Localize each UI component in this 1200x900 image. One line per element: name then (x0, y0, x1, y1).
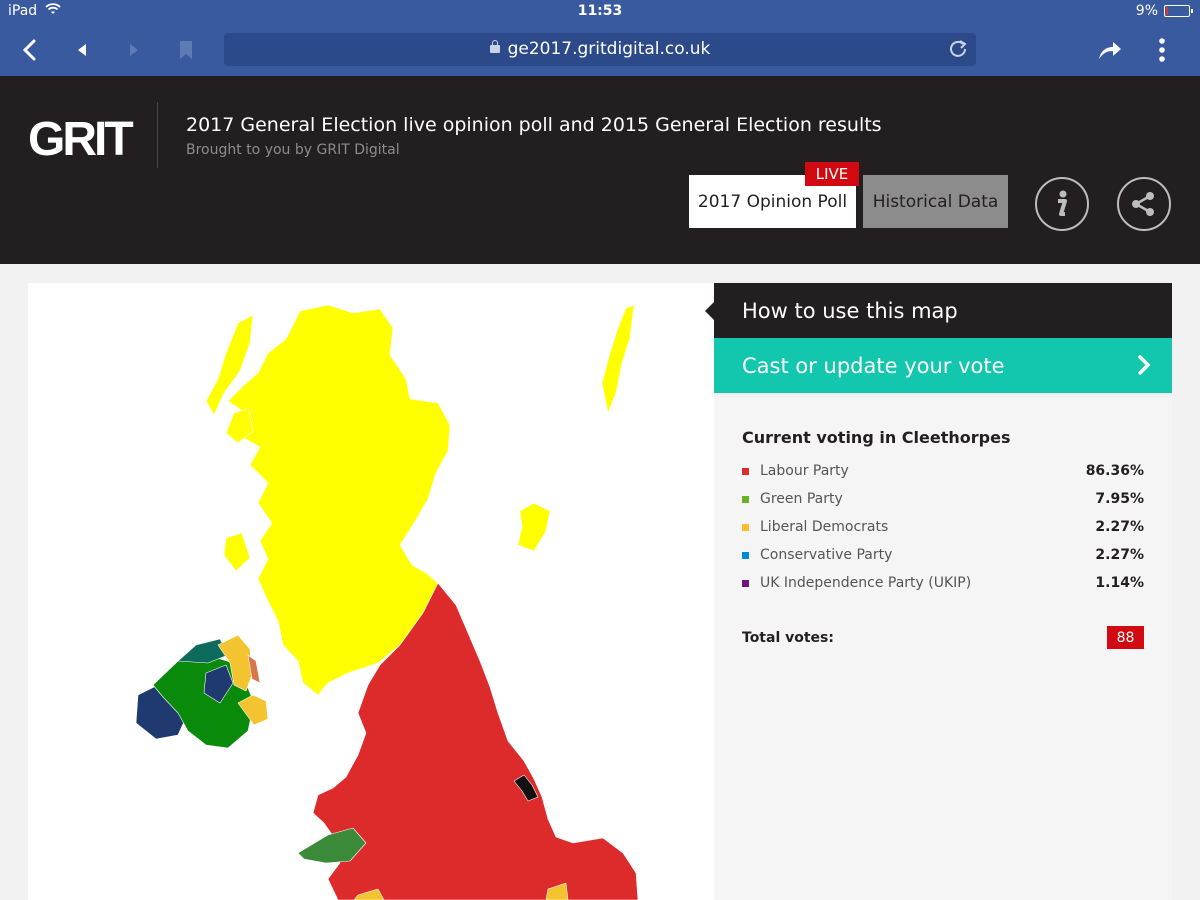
forward-arrow-icon[interactable] (118, 34, 150, 66)
party-row: Conservative Party 2.27% (742, 545, 1144, 565)
live-badge: LIVE (805, 162, 859, 186)
cast-vote-button[interactable]: Cast or update your vote (714, 338, 1172, 393)
info-icon (1058, 190, 1067, 216)
map-region-islay (223, 532, 251, 572)
total-votes-badge: 88 (1107, 626, 1144, 649)
address-bar[interactable]: ge2017.gritdigital.co.uk (224, 33, 976, 66)
party-percentage: 2.27% (1095, 519, 1144, 535)
party-name: Liberal Democrats (760, 519, 889, 535)
voting-results: Current voting in Cleethorpes Labour Par… (714, 397, 1172, 900)
site-header: GRIT 2017 General Election live opinion … (0, 76, 1200, 264)
battery-icon (1164, 5, 1193, 17)
more-menu-icon[interactable] (1146, 34, 1178, 66)
party-color-swatch (742, 523, 749, 531)
how-to-use-label: How to use this map (742, 298, 958, 323)
party-color-swatch (742, 551, 749, 559)
cast-vote-label: Cast or update your vote (742, 353, 1005, 378)
party-row: Liberal Democrats 2.27% (742, 517, 1144, 537)
party-row: Green Party 7.95% (742, 489, 1144, 509)
party-percentage: 2.27% (1095, 547, 1144, 563)
side-panel: How to use this map Cast or update your … (705, 283, 1172, 900)
bookmark-icon[interactable] (170, 34, 202, 66)
party-name: UK Independence Party (UKIP) (760, 575, 972, 591)
total-votes-label: Total votes: (742, 630, 834, 646)
party-percentage: 7.95% (1095, 491, 1144, 507)
page-subtitle: Brought to you by GRIT Digital (186, 142, 400, 158)
back-chevron-icon[interactable] (14, 34, 46, 66)
party-name: Labour Party (760, 463, 849, 479)
party-percentage: 86.36% (1085, 463, 1144, 479)
map-region-orkney (517, 502, 551, 552)
share-arrow-icon[interactable] (1094, 34, 1126, 66)
party-color-swatch (742, 579, 749, 587)
party-row: UK Independence Party (UKIP) 1.14% (742, 573, 1144, 593)
party-color-swatch (742, 467, 749, 475)
map-region-shetland (601, 304, 635, 414)
party-name: Conservative Party (760, 547, 893, 563)
how-to-use-button[interactable]: How to use this map (705, 283, 1172, 338)
page-title: 2017 General Election live opinion poll … (186, 114, 882, 136)
constituency-map[interactable] (28, 283, 714, 900)
results-title: Current voting in Cleethorpes (742, 428, 1011, 447)
browser-toolbar: ge2017.gritdigital.co.uk (0, 24, 1200, 76)
party-color-swatch (742, 495, 749, 503)
reload-icon[interactable] (948, 39, 968, 64)
party-percentage: 1.14% (1095, 575, 1144, 591)
url-text: ge2017.gritdigital.co.uk (507, 39, 711, 59)
tab-historical-data[interactable]: Historical Data (863, 175, 1008, 228)
chevron-right-icon (1136, 353, 1152, 382)
lock-icon (489, 40, 500, 53)
party-row: Labour Party 86.36% (742, 461, 1144, 481)
battery-percent: 9% (1135, 3, 1158, 19)
share-icon (1132, 192, 1154, 216)
back-arrow-icon[interactable] (66, 34, 98, 66)
info-button[interactable] (1035, 177, 1089, 231)
logo-divider (157, 102, 158, 168)
grit-logo[interactable]: GRIT (28, 112, 134, 167)
party-name: Green Party (760, 491, 843, 507)
status-bar: iPad 11:53 9% (0, 0, 1200, 24)
share-button[interactable] (1117, 177, 1171, 231)
status-time: 11:53 (577, 3, 623, 19)
